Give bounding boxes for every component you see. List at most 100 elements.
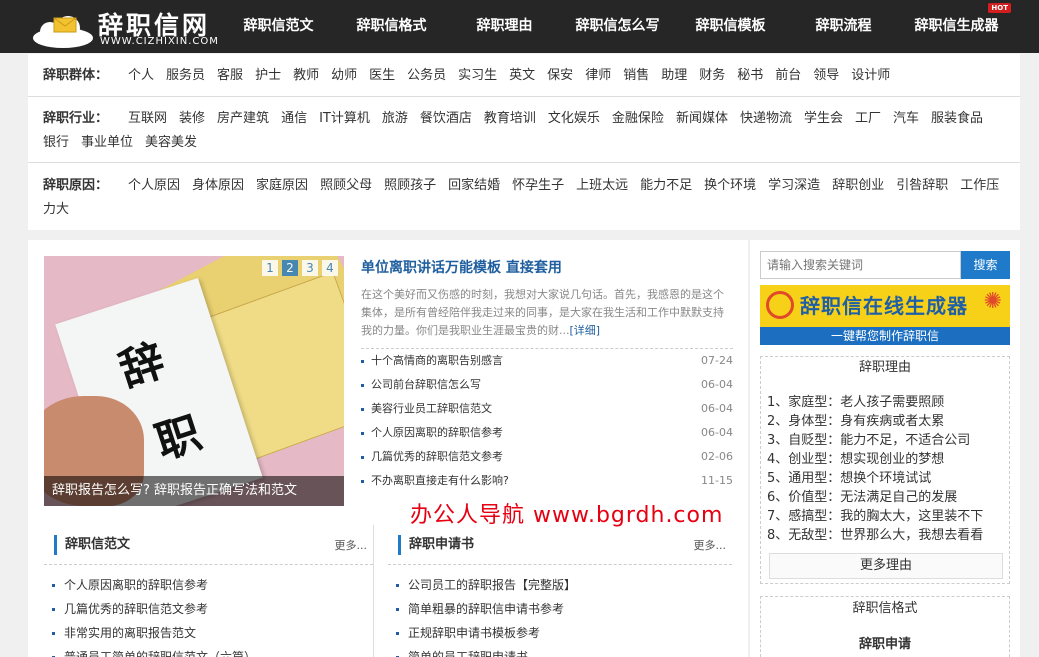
section-resignation-samples: 辞职信范文 更多... 个人原因离职的辞职信参考 几篇优秀的辞职信范文参考 非常实用… (44, 525, 374, 657)
list-item[interactable]: 简单的员工辞职申请书 (396, 645, 732, 657)
list-item[interactable]: 几篇优秀的辞职信范文参考 (52, 597, 373, 621)
list-item[interactable]: 不办离职直接走有什么影响? 11-15 (361, 469, 733, 493)
category-link[interactable]: 个人原因 (128, 178, 180, 193)
category-link[interactable]: 文化娱乐 (548, 111, 600, 126)
reason-item[interactable]: 4、创业型：想实现创业的梦想 (767, 450, 1009, 469)
category-link[interactable]: 身体原因 (192, 178, 244, 193)
category-link[interactable]: 家庭原因 (256, 178, 308, 193)
category-link[interactable]: 装修 (179, 111, 205, 126)
nav-item[interactable]: 辞职信格式 (335, 0, 448, 53)
nav-item[interactable]: 辞职信怎么写 (561, 0, 674, 53)
reason-item[interactable]: 6、价值型：无法满足自己的发展 (767, 488, 1009, 507)
category-link[interactable]: 互联网 (128, 111, 167, 126)
list-item[interactable]: 个人原因离职的辞职信参考 (52, 573, 373, 597)
category-link[interactable]: 引咎辞职 (896, 178, 948, 193)
category-link[interactable]: 医生 (369, 68, 395, 83)
category-link[interactable]: 客服 (217, 68, 243, 83)
category-link[interactable]: 保安 (547, 68, 573, 83)
article-date: 07-24 (701, 354, 733, 367)
image-slider[interactable]: 辞 职 1 2 3 4 辞职报告怎么写? 辞职报告正确写法和范文 (44, 256, 344, 506)
category-link[interactable]: 销售 (623, 68, 649, 83)
reason-item[interactable]: 1、家庭型：老人孩子需要照顾 (767, 393, 1009, 412)
category-link[interactable]: 房产建筑 (217, 111, 269, 126)
category-link[interactable]: 汽车 (893, 111, 919, 126)
format-subtitle[interactable]: 辞职申请 (761, 633, 1009, 652)
category-link[interactable]: 服务员 (166, 68, 205, 83)
more-link[interactable]: 更多... (335, 537, 368, 553)
nav-item[interactable]: 辞职信模板 (674, 0, 787, 53)
category-link[interactable]: 教育培训 (484, 111, 536, 126)
reason-item[interactable]: 7、感搞型：我的胸太大，这里装不下 (767, 507, 1009, 526)
category-link[interactable]: 银行 (43, 135, 69, 150)
category-link[interactable]: 快递物流 (740, 111, 792, 126)
site-logo[interactable]: 辞职信网 WWW.CIZHIXIN.COM (32, 4, 222, 50)
list-item[interactable]: 非常实用的离职报告范文 (52, 621, 373, 645)
category-link[interactable]: 金融保险 (612, 111, 664, 126)
category-link[interactable]: 幼师 (331, 68, 357, 83)
pager-dot[interactable]: 4 (322, 260, 338, 276)
box-title: 辞职理由 (858, 360, 911, 375)
search-button[interactable]: 搜索 (961, 251, 1010, 279)
category-link[interactable]: 实习生 (458, 68, 497, 83)
category-link[interactable]: 辞职创业 (832, 178, 884, 193)
category-link[interactable]: 律师 (585, 68, 611, 83)
category-link[interactable]: 上班太远 (576, 178, 628, 193)
category-link[interactable]: 英文 (509, 68, 535, 83)
list-item[interactable]: 美容行业员工辞职信范文 06-04 (361, 397, 733, 421)
section-title: 辞职信范文 (54, 535, 130, 555)
reason-item[interactable]: 3、自贬型：能力不足，不适合公司 (767, 431, 1009, 450)
category-link[interactable]: 通信 (281, 111, 307, 126)
generator-banner[interactable]: ✺ 辞职信在线生成器 一键帮您制作辞职信 (760, 285, 1010, 345)
list-item[interactable]: 十个高情商的离职告别感言 07-24 (361, 349, 733, 373)
nav-item[interactable]: 辞职理由 (448, 0, 561, 53)
category-link[interactable]: 能力不足 (640, 178, 692, 193)
list-item[interactable]: 个人原因离职的辞职信参考 06-04 (361, 421, 733, 445)
category-link[interactable]: 领导 (813, 68, 839, 83)
list-item[interactable]: 几篇优秀的辞职信范文参考 02-06 (361, 445, 733, 469)
category-link[interactable]: 设计师 (851, 68, 890, 83)
nav-item[interactable]: 辞职流程 (787, 0, 900, 53)
category-link[interactable]: 换个环境 (704, 178, 756, 193)
category-link[interactable]: 服装食品 (931, 111, 983, 126)
search-input[interactable] (760, 251, 961, 279)
list-item[interactable]: 正规辞职申请书模板参考 (396, 621, 732, 645)
pager-dot[interactable]: 1 (262, 260, 278, 276)
category-link[interactable]: 财务 (699, 68, 725, 83)
nav-item-generator[interactable]: 辞职信生成器 HOT (900, 0, 1013, 53)
category-link[interactable]: 学生会 (804, 111, 843, 126)
category-link[interactable]: IT计算机 (319, 111, 370, 126)
category-link[interactable]: 教师 (293, 68, 319, 83)
category-link[interactable]: 回家结婚 (448, 178, 500, 193)
category-link[interactable]: 公务员 (407, 68, 446, 83)
category-link[interactable]: 旅游 (382, 111, 408, 126)
list-item[interactable]: 公司员工的辞职报告【完整版】 (396, 573, 732, 597)
category-link[interactable]: 怀孕生子 (512, 178, 564, 193)
category-link[interactable]: 事业单位 (81, 135, 133, 150)
category-link[interactable]: 工厂 (855, 111, 881, 126)
pager-dot[interactable]: 3 (302, 260, 318, 276)
category-link[interactable]: 美容美发 (145, 135, 197, 150)
slider-caption[interactable]: 辞职报告怎么写? 辞职报告正确写法和范文 (44, 476, 344, 506)
category-link[interactable]: 个人 (128, 68, 154, 83)
reason-item[interactable]: 5、通用型：想换个环境试试 (767, 469, 1009, 488)
category-link[interactable]: 学习深造 (768, 178, 820, 193)
featured-title[interactable]: 单位离职讲话万能模板 直接套用 (361, 258, 733, 278)
category-link[interactable]: 新闻媒体 (676, 111, 728, 126)
category-link[interactable]: 照顾孩子 (384, 178, 436, 193)
category-link[interactable]: 助理 (661, 68, 687, 83)
category-link[interactable]: 照顾父母 (320, 178, 372, 193)
list-item[interactable]: 简单粗暴的辞职信申请书参考 (396, 597, 732, 621)
reason-item[interactable]: 2、身体型：身有疾病或者太累 (767, 412, 1009, 431)
list-item[interactable]: 普通员工简单的辞职信范文（六篇） (52, 645, 373, 657)
pager-dot-active[interactable]: 2 (282, 260, 298, 276)
detail-link[interactable]: [详细] (570, 324, 601, 337)
more-link[interactable]: 更多... (694, 537, 727, 553)
category-link[interactable]: 前台 (775, 68, 801, 83)
reason-item[interactable]: 8、无敌型：世界那么大，我想去看看 (767, 526, 1009, 545)
category-link[interactable]: 餐饮酒店 (420, 111, 472, 126)
nav-item[interactable]: 辞职信范文 (222, 0, 335, 53)
category-link[interactable]: 秘书 (737, 68, 763, 83)
more-reasons-button[interactable]: 更多理由 (769, 553, 1003, 579)
list-item[interactable]: 公司前台辞职信怎么写 06-04 (361, 373, 733, 397)
category-link[interactable]: 护士 (255, 68, 281, 83)
